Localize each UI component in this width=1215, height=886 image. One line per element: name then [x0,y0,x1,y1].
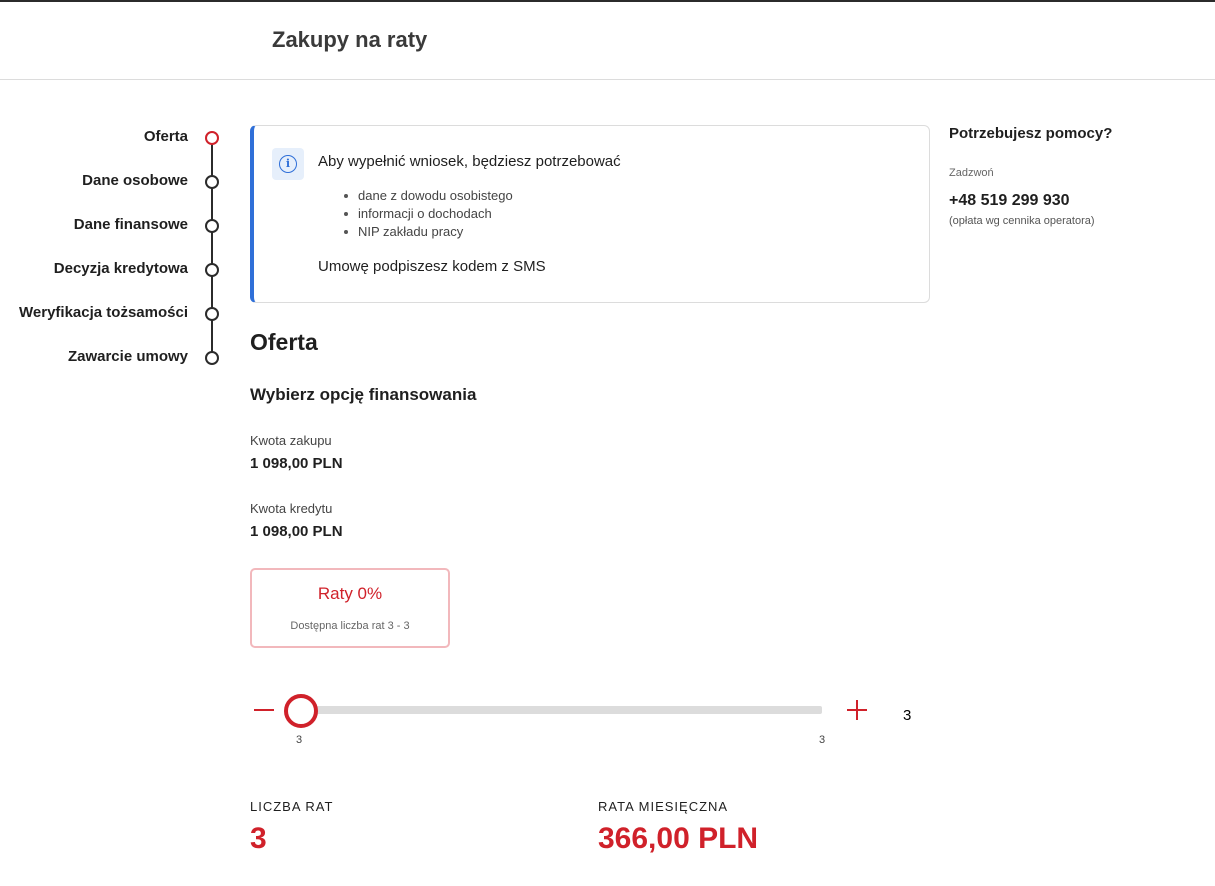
step-decyzja-kredytowa: Decyzja kredytowa [0,256,230,282]
step-dane-osobowe: Dane osobowe [0,168,230,194]
step-label: Dane osobowe [82,172,188,189]
step-weryfikacja-tozsamosci: Weryfikacja tożsamości [0,300,230,326]
page-header: Zakupy na raty [0,2,1215,80]
decrease-button[interactable] [252,698,276,722]
info-glyph: i [279,155,297,173]
section-title: Oferta [250,329,318,355]
info-footer: Umowę podpiszesz kodem z SMS [318,258,546,275]
purchase-amount-value: 1 098,00 PLN [250,455,343,472]
credit-amount-label: Kwota kredytu [250,501,333,516]
step-dot-active [205,131,219,145]
help-title: Potrzebujesz pomocy? [949,125,1113,142]
step-label: Weryfikacja tożsamości [19,304,188,321]
option-title: Raty 0% [317,584,383,603]
option-description: Dostępna liczba rat 3 - 3 [290,620,410,632]
info-icon: i [272,148,304,180]
credit-amount-value: 1 098,00 PLN [250,523,343,540]
installments-count-label: LICZBA RAT [250,799,334,814]
help-call-label: Zadzwoń [949,167,994,179]
monthly-payment-label: RATA MIESIĘCZNA [598,799,729,814]
slider-value: 3 [903,707,912,724]
list-item: informacji o dochodach [344,205,513,223]
step-dane-finansowe: Dane finansowe [0,212,230,238]
page-title: Zakupy na raty [272,27,428,52]
increase-button[interactable] [845,698,869,722]
list-item: NIP zakładu pracy [344,223,513,241]
installments-slider-handle[interactable] [284,694,318,728]
help-phone-link[interactable]: +48 519 299 930 [949,192,1070,210]
step-zawarcie-umowy: Zawarcie umowy [0,344,230,370]
list-item: dane z dowodu osobistego [344,187,513,205]
section-subtitle: Wybierz opcję finansowania [250,385,477,404]
info-heading: Aby wypełnić wniosek, będziesz potrzebow… [318,153,621,170]
slider-max-label: 3 [819,734,826,746]
step-dot [205,175,219,189]
step-label: Dane finansowe [73,216,188,233]
financing-option-card[interactable]: Raty 0% Dostępna liczba rat 3 - 3 [250,568,450,648]
monthly-payment-value: 366,00 PLN [598,822,759,855]
installments-slider-track[interactable] [300,706,822,714]
purchase-amount-label: Kwota zakupu [250,433,332,448]
help-note: (opłata wg cennika operatora) [949,215,1095,227]
step-label: Oferta [143,128,188,145]
step-oferta: Oferta [0,124,230,150]
progress-stepper: Oferta Dane osobowe Dane finansowe Decyz… [0,118,230,378]
slider-min-label: 3 [296,734,303,746]
installments-count-value: 3 [250,822,267,855]
step-label: Zawarcie umowy [67,348,188,365]
step-dot [205,263,219,277]
step-dot [205,307,219,321]
step-dot [205,219,219,233]
step-dot [205,351,219,365]
step-label: Decyzja kredytowa [53,260,188,277]
info-list: dane z dowodu osobistego informacji o do… [344,187,513,241]
info-box: i Aby wypełnić wniosek, będziesz potrzeb… [250,125,930,303]
